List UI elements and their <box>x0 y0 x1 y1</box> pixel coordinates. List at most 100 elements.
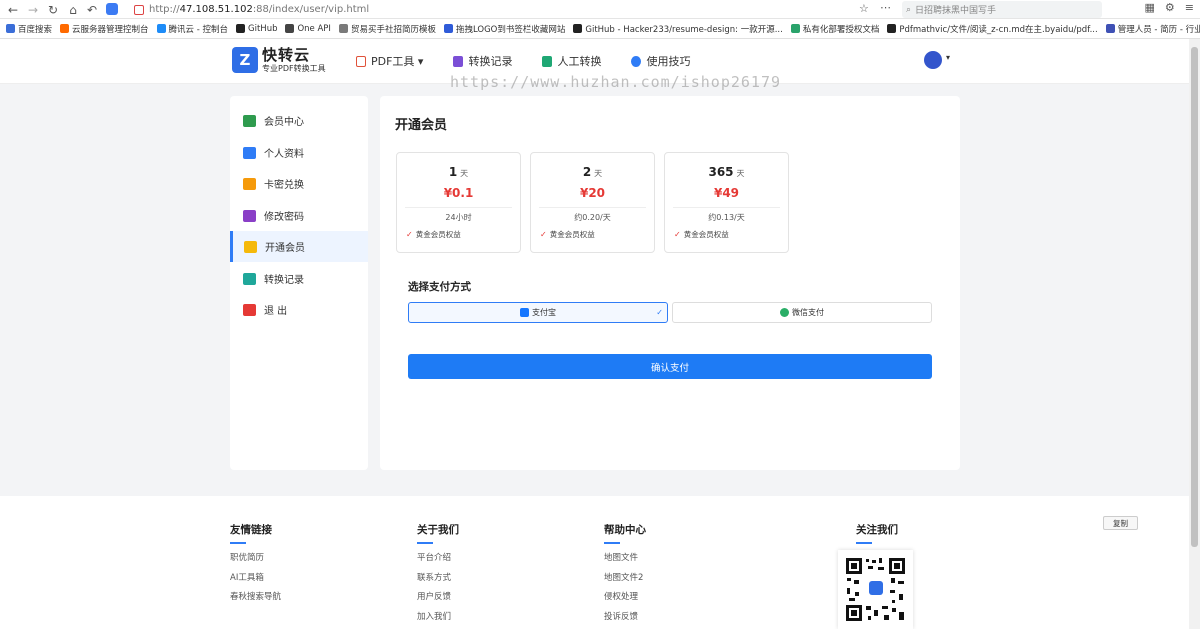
nav-label: 转换记录 <box>468 55 513 68</box>
browser-toolbar: ← → ↻ ⌂ ↶ http://47.108.51.102:88/index/… <box>0 0 1200 19</box>
plan-note: 约0.13/天 <box>708 213 745 222</box>
forward-icon[interactable]: → <box>24 1 42 19</box>
page-title: 开通会员 <box>395 118 448 133</box>
search-input[interactable]: ⌕ 日招聘抹黑中国写手 <box>902 1 1102 18</box>
sidebar-item-key[interactable]: 修改密码 <box>230 200 368 231</box>
sidebar-item-logout[interactable]: 退 出 <box>230 294 368 325</box>
nav-manual-convert[interactable]: 人工转换 <box>542 53 601 69</box>
nav-convert-records[interactable]: 转换记录 <box>453 53 512 69</box>
scrollbar[interactable] <box>1189 39 1200 629</box>
extension-icon[interactable] <box>106 3 118 15</box>
undo-icon[interactable]: ↶ <box>83 1 101 19</box>
bookmark-item[interactable]: 百度搜索 <box>6 23 52 35</box>
bookmark-item[interactable]: 贸易买手社招简历模板 <box>338 23 436 35</box>
plan-days: 1天 <box>397 165 520 179</box>
user-icon <box>243 146 256 159</box>
scrollbar-thumb[interactable] <box>1191 47 1198 547</box>
footer-link[interactable]: 春秋搜索导航 <box>230 590 281 602</box>
logo-title: 快转云 <box>262 45 311 64</box>
divider <box>230 542 246 544</box>
footer-link[interactable]: AI工具箱 <box>230 571 264 583</box>
plan-days: 2天 <box>531 165 654 179</box>
bookmark-item[interactable]: Pdfmathvic/文件/阅读_z-cn.md在主.byaidu/pdf... <box>887 23 1098 35</box>
logout-icon <box>243 303 256 316</box>
sidebar-item-ticket[interactable]: 卡密兑换 <box>230 168 368 199</box>
sidebar-item-crown[interactable]: 开通会员 <box>230 231 368 262</box>
settings-icon[interactable]: ⚙ <box>1165 1 1175 14</box>
divider <box>417 542 433 544</box>
ticket-icon <box>243 177 256 190</box>
address-bar[interactable]: http://47.108.51.102:88/index/user/vip.h… <box>134 1 898 18</box>
bookmark-item[interactable]: 管理人员 - 简历 - 行业词库 - 星网大数据 <box>1105 23 1200 35</box>
footer-link[interactable]: 用户反馈 <box>417 590 451 602</box>
plan-card[interactable]: 1 天 ¥0.1 24小时 ✓ 黄金会员权益 <box>396 152 521 253</box>
confirm-pay-button[interactable]: 确认支付 <box>408 354 932 379</box>
plan-card[interactable]: 2 天 ¥20 约0.20/天 ✓ 黄金会员权益 <box>530 152 655 253</box>
footer-link[interactable]: 投诉反馈 <box>604 610 638 622</box>
more-icon[interactable]: ⋯ <box>880 1 891 14</box>
sidebar-item-home[interactable]: 会员中心 <box>230 105 368 136</box>
footer-link[interactable]: 加入我们 <box>417 610 451 622</box>
footer-link[interactable]: 地图文件2 <box>604 571 643 583</box>
bookmark-icon <box>443 24 453 33</box>
logo-subtitle: 专业PDF转换工具 <box>262 63 326 73</box>
divider <box>405 207 512 208</box>
nav-label: 人工转换 <box>557 55 602 68</box>
watermark: https://www.huzhan.com/ishop26179 <box>450 73 782 91</box>
footer-link[interactable]: 职优简历 <box>230 551 264 563</box>
copy-button[interactable]: 复制 <box>1103 516 1138 530</box>
plan-price: ¥20 <box>579 186 606 200</box>
bookmark-label: 私有化部署授权文档 <box>802 24 880 35</box>
bookmark-item[interactable]: 腾讯云 - 控制台 <box>156 23 228 35</box>
sidebar-item-user[interactable]: 个人资料 <box>230 137 368 168</box>
bookmark-item[interactable]: One API <box>285 24 331 34</box>
bookmark-label: 管理人员 - 简历 - 行业词库 - 星网大数据 <box>1117 24 1200 35</box>
footer: 友情链接 职优简历 AI工具箱 春秋搜索导航 关于我们 平台介绍 联系方式 用户反馈 加入我们 帮… <box>0 496 1189 629</box>
bookmark-label: GitHub <box>248 23 278 34</box>
bookmark-item[interactable]: 私有化部署授权文档 <box>790 23 880 35</box>
footer-link[interactable]: 侵权处理 <box>604 590 638 602</box>
nav-label: 使用技巧 <box>646 55 691 68</box>
footer-link[interactable]: 地图文件 <box>604 551 638 563</box>
footer-column: 帮助中心 地图文件 地图文件2 侵权处理 投诉反馈 <box>604 522 646 622</box>
back-icon[interactable]: ← <box>4 1 22 19</box>
bookmark-icon <box>6 24 15 33</box>
search-placeholder: 日招聘抹黑中国写手 <box>915 6 997 16</box>
avatar[interactable] <box>924 51 942 69</box>
check-icon: ✓ <box>540 230 547 239</box>
pay-option-wechat[interactable]: 微信支付 <box>672 302 932 323</box>
nav-label: PDF工具 ▾ <box>371 55 424 68</box>
footer-column: 关于我们平台介绍联系方式用户反馈加入我们 <box>417 522 459 622</box>
bookmark-icon <box>236 24 246 33</box>
bookmark-item[interactable]: 云服务器管理控制台 <box>60 23 149 35</box>
record-icon <box>453 55 464 67</box>
sidebar-item-file-export[interactable]: 转换记录 <box>230 263 368 294</box>
nav-pdf-tools[interactable]: PDF工具 ▾ <box>356 53 423 69</box>
sidebar-item-label: 转换记录 <box>264 275 304 286</box>
pay-method-label: 选择支付方式 <box>408 281 471 293</box>
qr-code <box>838 550 913 629</box>
bookmark-item[interactable]: GitHub <box>236 24 277 34</box>
plan-card[interactable]: 365 天 ¥49 约0.13/天 ✓ 黄金会员权益 <box>664 152 789 253</box>
reload-icon[interactable]: ↻ <box>44 1 62 19</box>
home-icon[interactable]: ⌂ <box>64 1 82 19</box>
pay-option-alipay[interactable]: 支付宝 ✓ <box>408 302 668 323</box>
bookmark-item[interactable]: 拖拽LOGO到书签栏收藏网站 <box>443 23 565 35</box>
nav-tips[interactable]: 使用技巧 <box>631 53 690 69</box>
star-icon[interactable]: ☆ <box>859 2 869 15</box>
footer-link[interactable]: 平台介绍 <box>417 551 451 563</box>
footer-link[interactable]: 联系方式 <box>417 571 451 583</box>
plan-perk-label: 黄金会员权益 <box>683 230 729 239</box>
bookmark-item[interactable]: GitHub - Hacker233/resume-design: 一款开源..… <box>573 23 783 35</box>
home-icon <box>243 114 256 127</box>
chevron-down-icon[interactable]: ▾ <box>946 53 950 62</box>
wechat-icon <box>780 308 789 317</box>
check-icon: ✓ <box>406 230 413 239</box>
footer-column-title: 关注我们 <box>856 524 898 536</box>
menu-icon[interactable]: ≡ <box>1185 1 1194 14</box>
footer-column-title: 关于我们 <box>417 524 459 536</box>
logo-mark: Z <box>232 47 258 73</box>
apps-icon[interactable]: ▦ <box>1145 1 1155 14</box>
logo[interactable]: Z 快转云 专业PDF转换工具 <box>232 47 326 73</box>
crown-icon <box>244 240 257 253</box>
